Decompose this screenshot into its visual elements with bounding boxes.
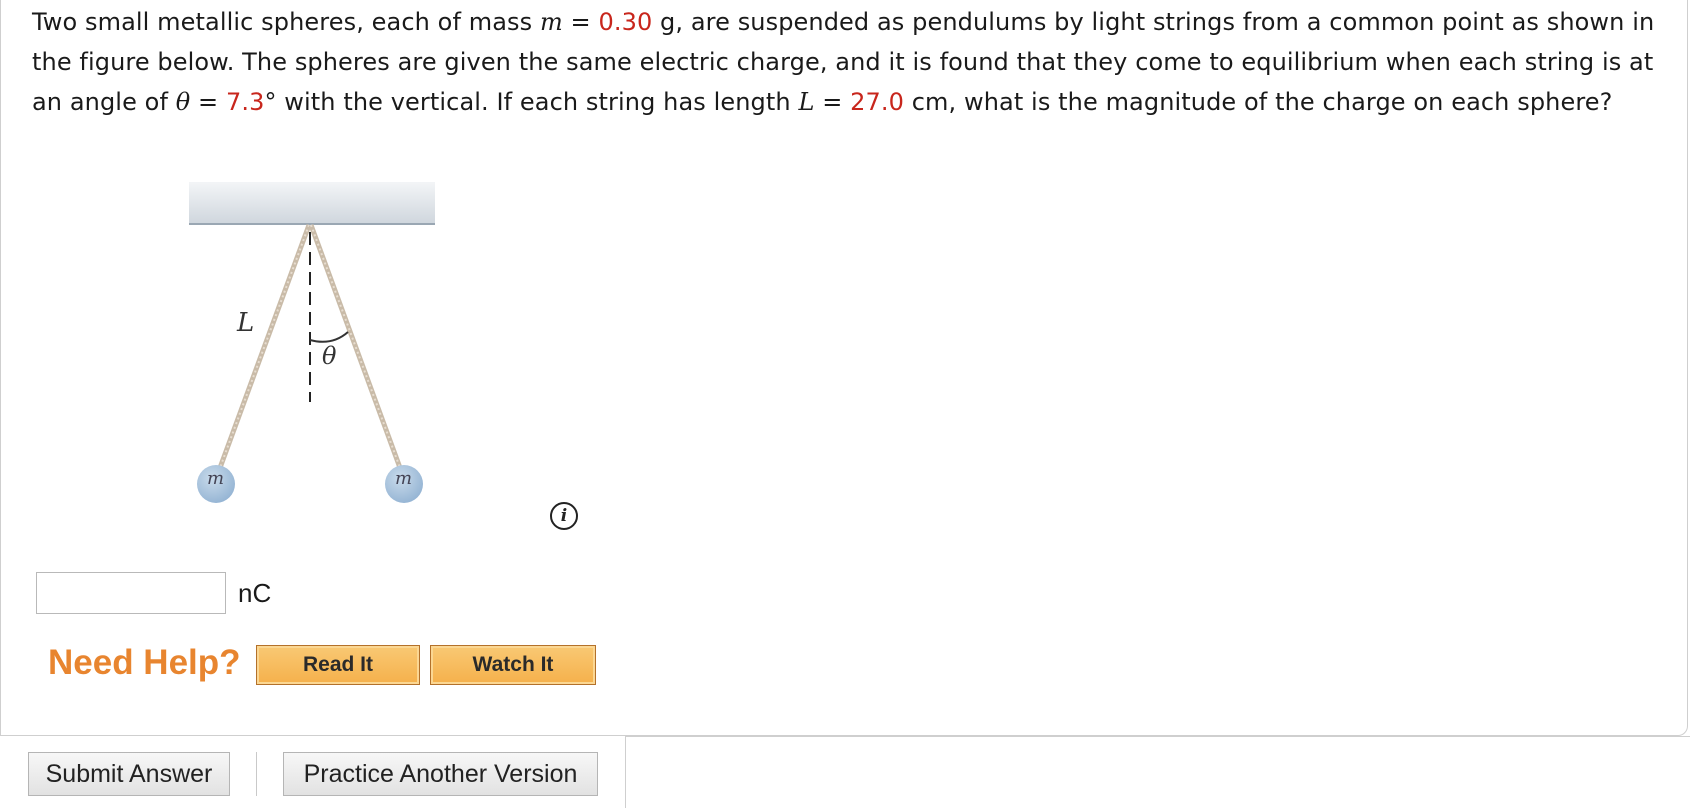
mass-value: 0.30 xyxy=(598,8,653,36)
angle-arc xyxy=(309,331,349,343)
angle-value: 7.3 xyxy=(225,88,265,116)
practice-another-version-button[interactable]: Practice Another Version xyxy=(283,752,598,796)
answer-input[interactable] xyxy=(36,572,226,614)
equals-sign: = xyxy=(562,8,599,36)
question-intro: Two small metallic spheres, each of mass xyxy=(32,8,540,36)
question-after-angle: ° with the vertical. If each string has … xyxy=(264,88,799,116)
submit-answer-button[interactable]: Submit Answer xyxy=(28,752,230,796)
answer-unit: nC xyxy=(238,578,272,608)
button-divider xyxy=(256,752,257,796)
theta-symbol: θ xyxy=(175,88,191,116)
need-help-title: Need Help? xyxy=(48,643,241,682)
equals-sign: = xyxy=(190,88,226,116)
bottom-panel xyxy=(625,736,1690,808)
ceiling xyxy=(189,182,435,224)
equals-sign: = xyxy=(814,88,851,116)
left-mass-label: m xyxy=(207,468,225,489)
watch-it-button[interactable]: Watch It xyxy=(430,645,596,685)
question-text: Two small metallic spheres, each of mass… xyxy=(32,2,1672,122)
angle-label: θ xyxy=(322,342,337,370)
question-panel: Two small metallic spheres, each of mass… xyxy=(0,0,1688,736)
length-symbol: L xyxy=(798,88,815,116)
read-it-button[interactable]: Read It xyxy=(256,645,420,685)
mass-symbol: m xyxy=(539,8,563,36)
length-label: L xyxy=(237,308,255,338)
pendulum-figure: L θ m m xyxy=(181,182,481,522)
length-value: 27.0 xyxy=(850,88,905,116)
question-after-length: cm, what is the magnitude of the charge … xyxy=(904,88,1613,116)
right-mass-label: m xyxy=(395,468,413,489)
info-icon[interactable]: i xyxy=(550,502,578,530)
